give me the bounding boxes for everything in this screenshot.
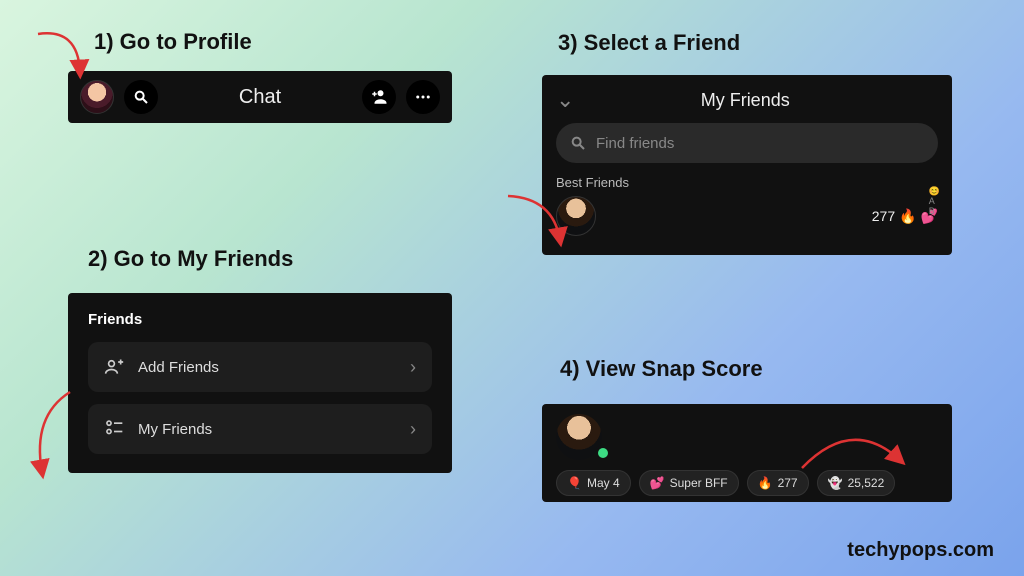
friend-profile-card: 🎈 May 4 💕 Super BFF 🔥 277 👻 25,522 xyxy=(542,404,952,502)
birthday-pill[interactable]: 🎈 May 4 xyxy=(556,470,631,496)
my-friends-title: My Friends xyxy=(586,90,904,111)
streak-pill[interactable]: 🔥 277 xyxy=(747,470,809,496)
add-friends-label: Add Friends xyxy=(138,359,219,376)
chevron-right-icon: › xyxy=(410,357,416,378)
snap-score-text: 25,522 xyxy=(848,476,885,490)
step-2-heading: 2) Go to My Friends xyxy=(88,246,293,272)
chat-title: Chat xyxy=(168,86,352,109)
ghost-icon: 👻 xyxy=(828,476,843,490)
add-friends-row[interactable]: Add Friends › xyxy=(88,342,432,392)
fire-icon: 🔥 xyxy=(758,476,773,490)
profile-avatar[interactable] xyxy=(80,80,114,114)
friend-avatar-large[interactable] xyxy=(556,414,602,460)
search-icon xyxy=(133,89,149,105)
bff-pill[interactable]: 💕 Super BFF xyxy=(639,470,739,496)
chevron-right-icon: › xyxy=(410,419,416,440)
friends-section-title: Friends xyxy=(88,311,432,328)
my-friends-panel: ⌄ My Friends Find friends Best Friends 2… xyxy=(542,75,952,255)
fire-icon: 🔥 xyxy=(899,208,916,225)
more-button[interactable] xyxy=(406,80,440,114)
watermark: techypops.com xyxy=(847,539,994,562)
best-friends-section-label: Best Friends xyxy=(556,175,938,190)
streak-count: 277 xyxy=(872,208,895,224)
bff-text: Super BFF xyxy=(670,476,728,490)
add-friend-button[interactable] xyxy=(362,80,396,114)
chat-header-bar: Chat xyxy=(68,71,452,123)
birthday-text: May 4 xyxy=(587,476,620,490)
alpha-index: 😊 A B xyxy=(929,186,940,216)
my-friends-row[interactable]: My Friends › xyxy=(88,404,432,454)
streak-text: 277 xyxy=(778,476,798,490)
more-horizontal-icon xyxy=(414,88,432,106)
search-placeholder: Find friends xyxy=(596,135,674,152)
friend-row[interactable]: 277 🔥 💕 😊 A B xyxy=(556,196,938,236)
find-friends-search[interactable]: Find friends xyxy=(556,123,938,163)
balloon-icon: 🎈 xyxy=(567,476,582,490)
snap-score-pill[interactable]: 👻 25,522 xyxy=(817,470,896,496)
step-3-heading: 3) Select a Friend xyxy=(558,30,740,56)
back-chevron-icon[interactable]: ⌄ xyxy=(556,87,574,113)
add-person-icon xyxy=(370,88,388,106)
step-4-heading: 4) View Snap Score xyxy=(560,356,763,382)
search-icon xyxy=(570,135,586,151)
hearts-icon: 💕 xyxy=(650,476,665,490)
friends-list-icon xyxy=(104,419,124,439)
my-friends-label: My Friends xyxy=(138,421,212,438)
search-button[interactable] xyxy=(124,80,158,114)
step-1-heading: 1) Go to Profile xyxy=(94,29,252,55)
online-status-dot xyxy=(598,448,608,458)
friends-section: Friends Add Friends › My Friends › xyxy=(68,293,452,473)
add-person-icon xyxy=(104,357,124,377)
friend-avatar xyxy=(556,196,596,236)
